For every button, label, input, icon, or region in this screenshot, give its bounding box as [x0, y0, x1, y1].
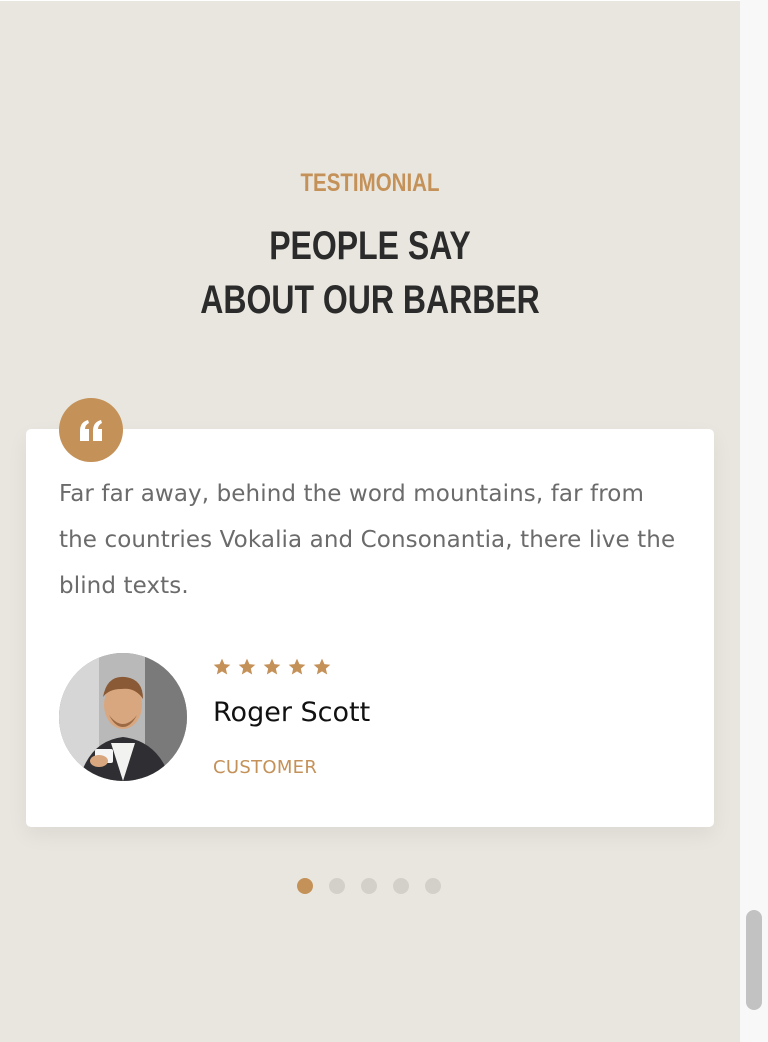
- star-icon: [313, 658, 331, 675]
- avatar: [59, 653, 187, 781]
- customer-role: CUSTOMER: [213, 757, 318, 778]
- rating-stars: [212, 657, 332, 677]
- testimonial-section: TESTIMONIAL PEOPLE SAY ABOUT OUR BARBER …: [0, 0, 740, 1042]
- quote-icon: [80, 420, 102, 441]
- carousel-dot-5[interactable]: [425, 878, 441, 894]
- quote-badge: [59, 398, 123, 462]
- carousel-dot-4[interactable]: [393, 878, 409, 894]
- avatar-photo: [59, 653, 187, 781]
- heading-line-2: ABOUT OUR BARBER: [200, 278, 540, 322]
- testimonial-quote: Far far away, behind the word mountains,…: [59, 481, 676, 599]
- carousel-pagination: [297, 878, 441, 894]
- scrollbar-track[interactable]: [740, 0, 768, 1042]
- carousel-dot-3[interactable]: [361, 878, 377, 894]
- section-heading: PEOPLE SAY ABOUT OUR BARBER: [74, 219, 666, 327]
- section-eyebrow: TESTIMONIAL: [300, 169, 440, 197]
- scrollbar-thumb[interactable]: [746, 910, 762, 1010]
- star-icon: [288, 658, 306, 675]
- star-icon: [213, 658, 231, 675]
- customer-name: Roger Scott: [213, 697, 371, 728]
- star-icon: [238, 658, 256, 675]
- carousel-dot-1[interactable]: [297, 878, 313, 894]
- heading-line-1: PEOPLE SAY: [269, 224, 471, 268]
- star-icon: [263, 658, 281, 675]
- carousel-dot-2[interactable]: [329, 878, 345, 894]
- testimonial-card: Far far away, behind the word mountains,…: [26, 429, 714, 827]
